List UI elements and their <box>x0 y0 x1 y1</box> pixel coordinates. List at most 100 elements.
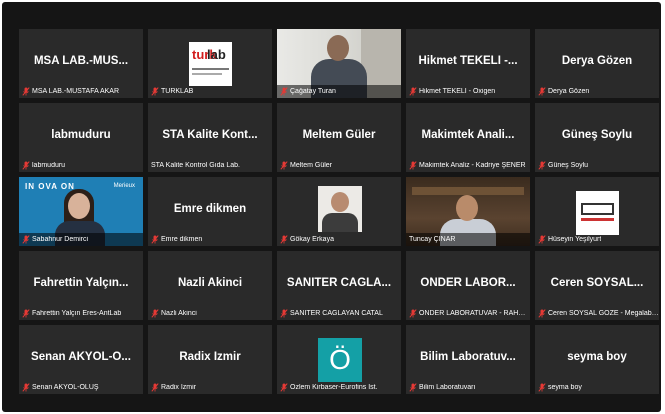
participant-caption: MSA LAB.-MUSTAFA AKAR <box>19 85 143 98</box>
participant-caption: Ceren SOYSAL GÖZE - Megalab M... <box>535 307 659 320</box>
participant-caption-text: Gökay Erkaya <box>290 236 334 243</box>
participant-tile[interactable]: STA Kalite Kont... STA Kalite Kontrol Gı… <box>148 103 272 172</box>
participant-caption: Meltem Güler <box>277 159 401 172</box>
muted-mic-icon <box>151 87 159 96</box>
profile-photo <box>318 186 362 232</box>
participant-tile[interactable]: ÖNDER LABOR... ÖNDER LABORATUVAR - RAHMA… <box>406 251 530 320</box>
participant-caption-text: STA Kalite Kontrol Gıda Lab. <box>151 162 240 169</box>
participant-name: Hikmet TEKELİ -... <box>418 55 518 67</box>
participant-tile[interactable]: Gökay Erkaya <box>277 177 401 246</box>
muted-mic-icon <box>151 383 159 392</box>
participant-name: labmuduru <box>51 129 111 141</box>
muted-mic-icon <box>22 161 30 170</box>
participant-tile[interactable]: SANİTER CAGLA... SANİTER CAGLAYAN CATAL <box>277 251 401 320</box>
participant-tile[interactable]: Radix İzmir Radix İzmir <box>148 325 272 394</box>
participant-tile[interactable]: Fahrettin Yalçın... Fahrettin Yalçın Ere… <box>19 251 143 320</box>
participant-caption: Hüseyin Yeşilyurt <box>535 233 659 246</box>
participant-caption-text: Meltem Güler <box>290 162 333 169</box>
participant-name: Fahrettin Yalçın... <box>33 277 129 289</box>
participant-name: Bilim Laboratuv... <box>420 351 516 363</box>
participant-caption: Emre dikmen <box>148 233 272 246</box>
participant-tile-active-speaker[interactable]: Tuncay ÇINAR <box>406 177 530 246</box>
participant-name: Ceren SOYSAL... <box>550 277 644 289</box>
muted-mic-icon <box>22 383 30 392</box>
muted-mic-icon <box>538 161 546 170</box>
participant-tile[interactable]: Bilim Laboratuv... Bilim Laboratuvarı <box>406 325 530 394</box>
participant-name: Makimtek Anali... <box>421 129 515 141</box>
participant-caption-text: ÖNDER LABORATUVAR - RAHMA... <box>419 310 530 317</box>
muted-mic-icon <box>409 161 417 170</box>
participant-caption: Bilim Laboratuvarı <box>406 381 530 394</box>
participant-caption: Tuncay ÇINAR <box>406 233 530 246</box>
participant-caption-text: Senan AKYOL-OLUŞ <box>32 384 99 391</box>
muted-mic-icon <box>280 87 288 96</box>
participant-caption: Makimtek Analiz - Kadriye ŞENER <box>406 159 530 172</box>
participant-caption-text: Bilim Laboratuvarı <box>419 384 476 391</box>
muted-mic-icon <box>151 309 159 318</box>
participant-tile[interactable]: turk lab TURKLAB <box>148 29 272 98</box>
participant-tile[interactable]: Hüseyin Yeşilyurt <box>535 177 659 246</box>
participant-name: ÖNDER LABOR... <box>420 277 516 289</box>
participant-caption-text: labmuduru <box>32 162 66 169</box>
participant-caption: Derya Gözen <box>535 85 659 98</box>
participant-tile[interactable]: MSA LAB.-MUS... MSA LAB.-MUSTAFA AKAR <box>19 29 143 98</box>
turklab-logo: turk lab <box>189 42 232 86</box>
participant-caption-text: Ceren SOYSAL GÖZE - Megalab M... <box>548 310 659 317</box>
participant-caption-text: Tuncay ÇINAR <box>409 236 456 243</box>
muted-mic-icon <box>538 87 546 96</box>
participant-caption: seyma boy <box>535 381 659 394</box>
muted-mic-icon <box>280 235 288 244</box>
participant-name: Radix İzmir <box>179 351 241 363</box>
video-overlay-text: IN OVA ON <box>25 182 75 191</box>
participant-caption-text: Fahrettin Yalçın Eres-AntLab <box>32 310 122 317</box>
participant-caption-text: Derya Gözen <box>548 88 590 95</box>
participant-caption-text: Emre dikmen <box>161 236 203 243</box>
participant-caption: ÖNDER LABORATUVAR - RAHMA... <box>406 307 530 320</box>
muted-mic-icon <box>280 383 288 392</box>
participant-caption: labmuduru <box>19 159 143 172</box>
participant-caption-text: TURKLAB <box>161 88 194 95</box>
muted-mic-icon <box>538 309 546 318</box>
participant-caption-text: Nazli Akinci <box>161 310 197 317</box>
participant-tile[interactable]: Çağatay Turan <box>277 29 401 98</box>
participant-tile[interactable]: Emre dikmen Emre dikmen <box>148 177 272 246</box>
participant-name: Meltem Güler <box>302 129 376 141</box>
participant-tile[interactable]: Derya Gözen Derya Gözen <box>535 29 659 98</box>
participant-tile[interactable]: labmuduru labmuduru <box>19 103 143 172</box>
participant-name: Emre dikmen <box>173 203 247 215</box>
participant-tile[interactable]: Hikmet TEKELİ -... Hikmet TEKELİ - Oxige… <box>406 29 530 98</box>
participant-tile[interactable]: seyma boy seyma boy <box>535 325 659 394</box>
participant-caption: Güneş Soylu <box>535 159 659 172</box>
participant-tile[interactable]: Ceren SOYSAL... Ceren SOYSAL GÖZE - Mega… <box>535 251 659 320</box>
muted-mic-icon <box>409 383 417 392</box>
participant-name: seyma boy <box>567 351 627 363</box>
participant-caption-text: MSA LAB.-MUSTAFA AKAR <box>32 88 120 95</box>
participant-caption: Nazli Akinci <box>148 307 272 320</box>
muted-mic-icon <box>22 235 30 244</box>
participant-name: Güneş Soylu <box>561 129 633 141</box>
muted-mic-icon <box>409 309 417 318</box>
uzman-logo <box>576 191 619 235</box>
participant-name: MSA LAB.-MUS... <box>33 55 129 67</box>
participant-tile[interactable]: Makimtek Anali... Makimtek Analiz - Kadr… <box>406 103 530 172</box>
participant-tile[interactable]: Ö Özlem Kirbaser-Eurofins İst. <box>277 325 401 394</box>
participant-tile[interactable]: Senan AKYOL-O... Senan AKYOL-OLUŞ <box>19 325 143 394</box>
participant-caption-text: Hüseyin Yeşilyurt <box>548 236 602 243</box>
participant-caption: Gökay Erkaya <box>277 233 401 246</box>
participant-tile[interactable]: Meltem Güler Meltem Güler <box>277 103 401 172</box>
video-overlay-brand: Merieux <box>113 183 135 189</box>
participant-caption-text: Hikmet TEKELİ - Oxigen <box>419 88 496 95</box>
participant-name: Senan AKYOL-O... <box>31 351 131 363</box>
meeting-window: MSA LAB.-MUS... MSA LAB.-MUSTAFA AKAR tu… <box>2 2 661 412</box>
muted-mic-icon <box>409 87 417 96</box>
participant-caption-text: Sabahnur Demirci <box>32 236 89 243</box>
participant-tile[interactable]: Nazli Akinci Nazli Akinci <box>148 251 272 320</box>
participant-caption: STA Kalite Kontrol Gıda Lab. <box>148 159 272 172</box>
muted-mic-icon <box>280 161 288 170</box>
participant-tile[interactable]: Güneş Soylu Güneş Soylu <box>535 103 659 172</box>
participant-caption: SANİTER CAGLAYAN CATAL <box>277 307 401 320</box>
participant-caption: Özlem Kirbaser-Eurofins İst. <box>277 381 401 394</box>
participant-caption: Çağatay Turan <box>277 85 401 98</box>
participant-tile[interactable]: IN OVA ON Merieux Sabahnur Demirci <box>19 177 143 246</box>
participant-caption: TURKLAB <box>148 85 272 98</box>
